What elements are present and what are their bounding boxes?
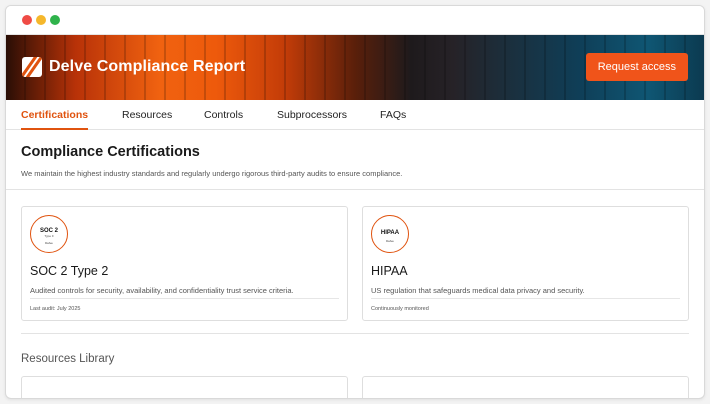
close-window-button[interactable] bbox=[22, 15, 32, 25]
resource-card[interactable] bbox=[362, 376, 689, 398]
section-description: We maintain the highest industry standar… bbox=[21, 169, 403, 178]
soc2-badge-icon: SOC 2 Type II Delve bbox=[30, 215, 68, 253]
card-divider bbox=[30, 298, 339, 299]
card-title: HIPAA bbox=[371, 264, 408, 278]
card-title: SOC 2 Type 2 bbox=[30, 264, 109, 278]
card-meta: Continuously monitored bbox=[371, 306, 429, 312]
resources-library-title: Resources Library bbox=[21, 353, 115, 365]
page-title: Delve Compliance Report bbox=[49, 58, 246, 75]
resource-card[interactable] bbox=[21, 376, 348, 398]
browser-window: Delve Compliance Report Request access C… bbox=[5, 5, 705, 399]
soc2-card[interactable]: SOC 2 Type II Delve SOC 2 Type 2 Audited… bbox=[21, 206, 348, 321]
tab-certifications[interactable]: Certifications bbox=[21, 100, 89, 130]
tab-controls[interactable]: Controls bbox=[204, 100, 243, 130]
tab-subprocessors[interactable]: Subprocessors bbox=[277, 100, 347, 130]
minimize-window-button[interactable] bbox=[36, 15, 46, 25]
card-description: Audited controls for security, availabil… bbox=[30, 286, 294, 295]
card-meta: Last audit: July 2025 bbox=[30, 306, 81, 312]
tab-bar: Certifications Resources Controls Subpro… bbox=[6, 100, 704, 130]
delve-logo-icon bbox=[22, 57, 42, 77]
section-title: Compliance Certifications bbox=[21, 144, 200, 160]
report-header: Delve Compliance Report Request access bbox=[6, 35, 704, 100]
hipaa-badge-icon: HIPAA Delve bbox=[371, 215, 409, 253]
tab-faqs[interactable]: FAQs bbox=[380, 100, 406, 130]
hipaa-card[interactable]: HIPAA Delve HIPAA US regulation that saf… bbox=[362, 206, 689, 321]
request-access-button[interactable]: Request access bbox=[585, 53, 688, 81]
certification-cards: SOC 2 Type II Delve SOC 2 Type 2 Audited… bbox=[21, 190, 689, 334]
maximize-window-button[interactable] bbox=[50, 15, 60, 25]
tab-resources[interactable]: Resources bbox=[122, 100, 172, 130]
card-description: US regulation that safeguards medical da… bbox=[371, 286, 585, 295]
window-titlebar bbox=[6, 6, 704, 35]
card-divider bbox=[371, 298, 680, 299]
certifications-header: Compliance Certifications We maintain th… bbox=[6, 130, 704, 190]
